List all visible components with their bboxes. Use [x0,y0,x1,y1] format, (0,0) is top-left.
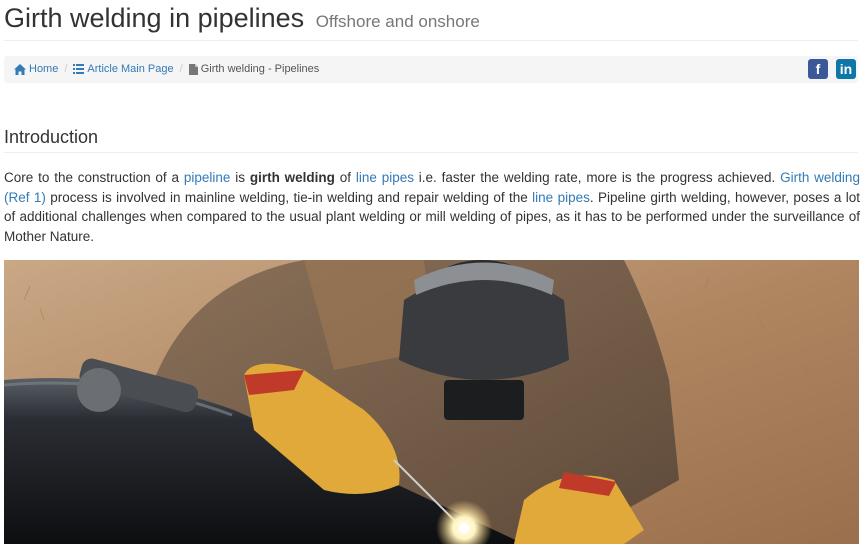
breadcrumb-article-link[interactable]: Article Main Page [73,63,174,75]
intro-text: process is involved in mainline welding,… [45,189,533,205]
pipeline-link[interactable]: pipeline [184,170,231,185]
document-icon [188,63,198,75]
list-icon [73,64,85,74]
breadcrumb-current-label: Girth welding - Pipelines [200,63,320,75]
breadcrumb-current: Girth welding - Pipelines [188,63,320,75]
welder-illustration [4,260,859,544]
page-header: Girth welding in pipelines Offshore and … [4,0,858,41]
girth-welding-bold: girth welding [249,170,335,185]
linkedin-icon: in [839,61,853,77]
page-subtitle: Offshore and onshore [315,12,480,31]
breadcrumb-article-label: Article Main Page [87,63,174,75]
facebook-icon: f [815,61,821,77]
page-title: Girth welding in pipelines Offshore and … [4,3,480,34]
home-icon [14,63,26,75]
welder-photo [4,260,859,544]
breadcrumb-separator: / [64,63,68,75]
section-heading-introduction: Introduction [4,127,99,147]
intro-text: is [230,170,250,185]
intro-text: Core to the construction of a [4,170,184,185]
intro-paragraph: Core to the construction of a pipeline i… [4,168,860,246]
page-title-text: Girth welding in pipelines [4,3,305,33]
breadcrumb-separator: / [179,63,183,75]
breadcrumb-home-link[interactable]: Home [14,63,58,75]
section-divider [4,152,858,153]
intro-text: of [334,170,356,185]
line-pipes-link-2[interactable]: line pipes [532,190,590,205]
breadcrumb: Home / Article Main Page / Girth welding… [4,56,858,83]
linkedin-share-button[interactable]: in [836,59,856,79]
line-pipes-link[interactable]: line pipes [356,170,414,185]
intro-text: i.e. faster the welding rate, more is th… [413,170,781,185]
breadcrumb-home-label: Home [29,63,59,75]
facebook-share-button[interactable]: f [808,59,828,79]
